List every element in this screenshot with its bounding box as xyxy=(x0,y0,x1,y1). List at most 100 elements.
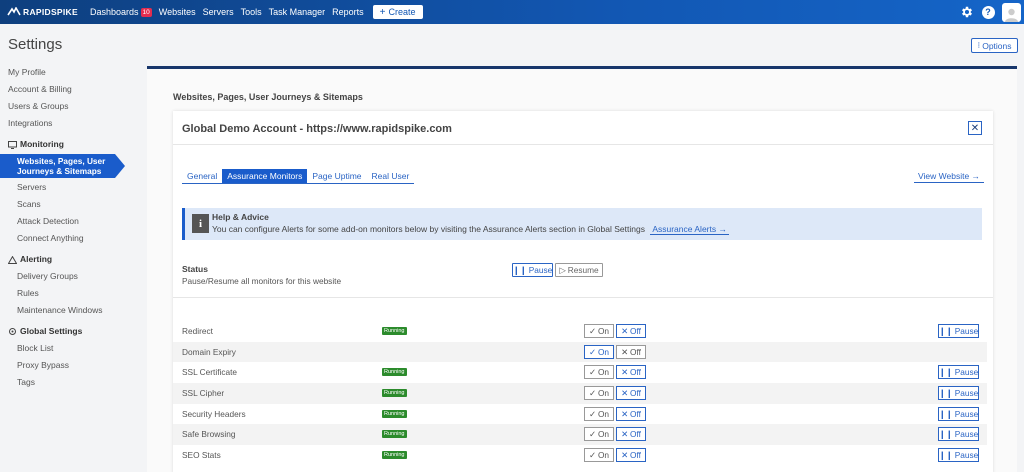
monitor-off-button[interactable]: ✕ Off xyxy=(616,448,646,463)
monitor-off-label: Off xyxy=(630,367,641,378)
monitor-on-label: On xyxy=(597,326,610,336)
monitor-off-button[interactable]: ✕ Off xyxy=(616,386,646,401)
monitor-off-button[interactable]: ✕ Off xyxy=(616,344,646,359)
sidebar-item-block-list[interactable]: Block List xyxy=(0,340,140,357)
monitor-row: SSL Certificate Running ✓ On ✕ Off ❙❙ Pause xyxy=(173,362,987,383)
tab-assurance-monitors[interactable]: Assurance Monitors xyxy=(222,169,308,184)
monitor-pause-button[interactable]: ❙❙ Pause xyxy=(938,365,979,380)
x-icon: ✕ xyxy=(621,388,629,399)
monitor-off-button[interactable]: ✕ Off xyxy=(616,365,646,380)
sidebar-item-attack-detection[interactable]: Attack Detection xyxy=(0,213,140,230)
gear-icon[interactable] xyxy=(960,5,974,19)
pause-all-button[interactable]: ❙❙ Pause xyxy=(512,263,553,277)
check-icon: ✓ xyxy=(588,450,596,461)
close-button[interactable]: ✕ xyxy=(968,121,982,135)
running-status-badge: Running xyxy=(382,368,407,377)
sidebar-section-monitoring-label: Monitoring xyxy=(20,139,64,149)
sidebar-item-rules[interactable]: Rules xyxy=(0,285,140,302)
sidebar-item-servers[interactable]: Servers xyxy=(0,179,140,196)
help-text-body: You can configure Alerts for some add-on… xyxy=(212,224,645,234)
monitor-pause-button[interactable]: ❙❙ Pause xyxy=(938,427,979,442)
nav-dashboards[interactable]: Dashboards 10 xyxy=(90,7,152,17)
monitor-pause-button[interactable]: ❙❙ Pause xyxy=(938,406,979,421)
monitor-on-button[interactable]: ✓ On xyxy=(584,406,614,421)
nav-task-manager[interactable]: Task Manager xyxy=(269,7,326,17)
rapidspike-logo[interactable]: RAPIDSPIKE xyxy=(7,7,78,17)
view-website-link[interactable]: View Website → xyxy=(914,170,985,183)
nav-websites[interactable]: Websites xyxy=(159,7,196,17)
monitor-off-button[interactable]: ✕ Off xyxy=(616,324,646,338)
website-card: Global Demo Account - https://www.rapids… xyxy=(173,111,993,472)
vertical-dots-icon: ⁝ xyxy=(977,40,981,50)
monitor-pause-button[interactable]: ❙❙ Pause xyxy=(938,386,979,401)
status-divider xyxy=(173,297,993,298)
sidebar-item-account-billing[interactable]: Account & Billing xyxy=(0,81,140,98)
x-icon: ✕ xyxy=(621,346,629,357)
sidebar-item-websites-active[interactable]: Websites, Pages, User Journeys & Sitemap… xyxy=(0,154,125,178)
nav-servers[interactable]: Servers xyxy=(203,7,234,17)
monitor-on-button[interactable]: ✓ On xyxy=(584,344,614,359)
options-button-label: Options xyxy=(982,40,1012,51)
create-button[interactable]: + Create xyxy=(372,5,423,19)
pause-all-label: Pause xyxy=(528,265,553,275)
check-icon: ✓ xyxy=(588,346,596,357)
top-right-controls: ? xyxy=(960,0,1024,24)
monitor-row: SEO Stats Running ✓ On ✕ Off ❙❙ Pause xyxy=(173,445,987,466)
help-advice-box: i Help & Advice You can configure Alerts… xyxy=(182,208,982,240)
nav-tools[interactable]: Tools xyxy=(241,7,262,17)
sidebar-item-my-profile[interactable]: My Profile xyxy=(0,64,140,81)
card-divider xyxy=(173,144,993,145)
sidebar-item-delivery-groups[interactable]: Delivery Groups xyxy=(0,268,140,285)
monitor-pause-button[interactable]: ❙❙ Pause xyxy=(938,324,979,338)
sidebar-item-maintenance-windows[interactable]: Maintenance Windows xyxy=(0,302,140,319)
monitor-on-label: On xyxy=(597,450,610,461)
sidebar-item-tags[interactable]: Tags xyxy=(0,374,140,391)
sidebar-section-alerting-label: Alerting xyxy=(20,254,53,264)
sidebar-item-connect-anything[interactable]: Connect Anything xyxy=(0,230,140,247)
monitor-on-label: On xyxy=(597,367,610,378)
monitor-name: SEO Stats xyxy=(182,450,221,461)
tab-general[interactable]: General xyxy=(182,169,223,184)
resume-all-button[interactable]: ▷ Resume xyxy=(555,263,603,277)
monitor-off-button[interactable]: ✕ Off xyxy=(616,406,646,421)
tab-real-user[interactable]: Real User xyxy=(366,169,415,184)
info-icon: i xyxy=(192,214,209,233)
check-icon: ✓ xyxy=(588,326,596,336)
monitor-pause-button[interactable]: ❙❙ Pause xyxy=(938,448,979,463)
monitor-on-label: On xyxy=(597,388,610,399)
monitor-on-label: On xyxy=(597,429,610,440)
play-icon: ▷ xyxy=(559,265,566,275)
nav-dashboards-label: Dashboards xyxy=(89,7,139,17)
monitor-list: Redirect Running ✓ On ✕ Off ❙❙ Pause Domain Expi… xyxy=(173,321,993,466)
tab-page-uptime[interactable]: Page Uptime xyxy=(307,169,367,184)
assurance-alerts-link[interactable]: Assurance Alerts → xyxy=(650,224,729,235)
monitor-name: SSL Certificate xyxy=(182,367,238,378)
sidebar-item-integrations[interactable]: Integrations xyxy=(0,115,140,132)
sidebar-item-users-groups[interactable]: Users & Groups xyxy=(0,98,140,115)
avatar[interactable] xyxy=(1002,2,1021,22)
monitor-on-button[interactable]: ✓ On xyxy=(584,386,614,401)
monitor-on-button[interactable]: ✓ On xyxy=(584,365,614,380)
running-status-badge: Running xyxy=(382,327,407,335)
x-icon: ✕ xyxy=(621,429,629,440)
sidebar-section-global-settings-label: Global Settings xyxy=(20,326,83,336)
monitor-on-button[interactable]: ✓ On xyxy=(584,324,614,338)
options-button[interactable]: ⁝ Options xyxy=(971,38,1018,53)
running-status-badge: Running xyxy=(382,409,407,418)
page-title: Settings xyxy=(8,36,63,53)
main-nav: Dashboards 10 Websites Servers Tools Tas… xyxy=(90,5,423,19)
help-button[interactable]: ? xyxy=(981,5,995,19)
gear-outline-icon xyxy=(9,328,16,335)
monitor-pause-label: Pause xyxy=(954,326,979,336)
help-title: Help & Advice xyxy=(212,212,269,222)
check-icon: ✓ xyxy=(588,429,596,440)
sidebar-item-scans[interactable]: Scans xyxy=(0,196,140,213)
sidebar-item-proxy-bypass[interactable]: Proxy Bypass xyxy=(0,357,140,374)
monitor-on-button[interactable]: ✓ On xyxy=(584,427,614,442)
pause-icon: ❙❙ xyxy=(938,367,953,378)
settings-sidebar: My Profile Account & Billing Users & Gro… xyxy=(0,64,140,391)
nav-reports[interactable]: Reports xyxy=(332,7,364,17)
monitor-off-button[interactable]: ✕ Off xyxy=(616,427,646,442)
monitor-on-button[interactable]: ✓ On xyxy=(584,448,614,463)
pause-icon: ❙❙ xyxy=(512,265,527,275)
